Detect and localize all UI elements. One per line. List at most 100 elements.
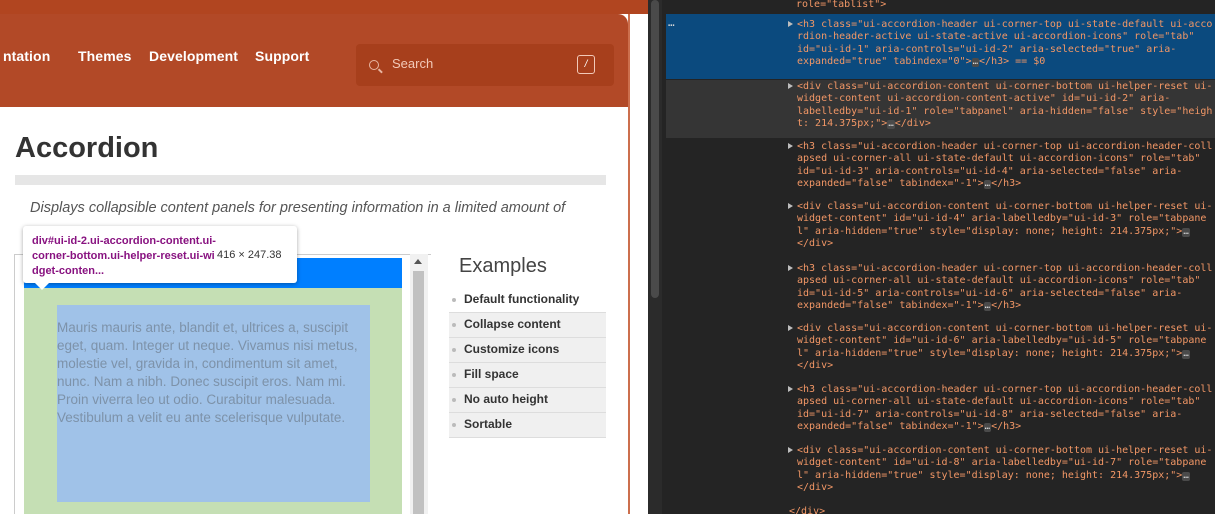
dom-line: <div class="ui-accordion-content ui-corn…	[785, 323, 1212, 335]
accordion-content-text: Mauris mauris ante, blandit et, ultrices…	[57, 320, 358, 425]
code-text: expanded="false" tabindex="-1">	[797, 300, 984, 312]
collapsed-ellipsis-icon[interactable]: …	[1182, 471, 1190, 481]
expand-triangle-icon[interactable]	[788, 21, 793, 27]
dom-node-h3-ui-id-5[interactable]: <h3 class="ui-accordion-header ui-corner…	[785, 263, 1212, 313]
demo-scrollbar-thumb[interactable]	[413, 271, 424, 514]
devtools-scrollbar[interactable]	[648, 0, 662, 514]
example-link-customize-icons[interactable]: Customize icons	[449, 338, 606, 363]
code-text: </div>	[797, 238, 834, 250]
collapsed-ellipsis-icon[interactable]: …	[983, 180, 992, 190]
example-link-default-functionality[interactable]: Default functionality	[449, 288, 606, 313]
search-shortcut-badge: /	[577, 55, 595, 74]
expand-triangle-icon[interactable]	[788, 83, 793, 89]
expand-triangle-icon[interactable]	[788, 265, 793, 271]
dom-line: widget-content" id="ui-id-4" aria-labell…	[785, 213, 1212, 225]
dom-node-div-ui-id-8[interactable]: <div class="ui-accordion-content ui-corn…	[785, 445, 1212, 495]
node-actions-dots-icon[interactable]: …	[668, 16, 675, 29]
bullet-icon	[452, 398, 456, 402]
nav-link-support[interactable]: Support	[255, 48, 309, 64]
example-label: Fill space	[464, 367, 519, 381]
dom-node-div-ui-id-4[interactable]: <div class="ui-accordion-content ui-corn…	[785, 201, 1212, 251]
code-text: widget-content" id="ui-id-4" aria-labell…	[797, 213, 1207, 225]
code-text: widget-content" id="ui-id-6" aria-labell…	[797, 335, 1207, 347]
bullet-icon	[452, 373, 456, 377]
code-text: l" aria-hidden="true" style="display: no…	[797, 469, 1183, 481]
dom-node-h3-ui-id-3[interactable]: <h3 class="ui-accordion-header ui-corner…	[785, 141, 1212, 191]
code-text: id="ui-id-7" aria-controls="ui-id-8" ari…	[797, 408, 1183, 420]
search-placeholder: Search	[392, 56, 434, 71]
devtools-elements-panel: … role="tablist"> <h3 class="ui-accordio…	[648, 0, 1215, 514]
dom-line: <h3 class="ui-accordion-header ui-corner…	[785, 19, 1212, 31]
example-label: Customize icons	[464, 342, 560, 356]
collapsed-ellipsis-icon[interactable]: …	[983, 302, 992, 312]
search-input[interactable]: Search /	[356, 44, 614, 86]
dom-node-h3-ui-id-7[interactable]: <h3 class="ui-accordion-header ui-corner…	[785, 384, 1212, 434]
devtools-scrollbar-thumb[interactable]	[651, 0, 659, 298]
code-text: </h3>	[991, 300, 1022, 312]
code-text: id="ui-id-5" aria-controls="ui-id-6" ari…	[797, 287, 1183, 299]
code-text: widget-content ui-accordion-content-acti…	[797, 93, 1171, 105]
code-text: apsed ui-corner-all ui-state-default ui-…	[797, 396, 1201, 408]
code-text: rdion-header-active ui-state-active ui-a…	[797, 31, 1195, 43]
example-link-sortable[interactable]: Sortable	[449, 413, 606, 438]
example-link-no-auto-height[interactable]: No auto height	[449, 388, 606, 413]
dom-line: </div>	[785, 360, 1212, 372]
code-text: t: 214.375px;">	[797, 118, 888, 130]
bullet-icon	[452, 423, 456, 427]
dom-line: l" aria-hidden="true" style="display: no…	[785, 226, 1212, 238]
nav-link-themes[interactable]: Themes	[78, 48, 132, 64]
dom-line: widget-content ui-accordion-content-acti…	[785, 93, 1212, 105]
dom-node-div-ui-id-2[interactable]: <div class="ui-accordion-content ui-corn…	[785, 81, 1212, 131]
code-text: id="ui-id-3" aria-controls="ui-id-4" ari…	[797, 165, 1183, 177]
expand-triangle-icon[interactable]	[788, 325, 793, 331]
tooltip-selector: div#ui-id-2.ui-accordion-content.ui-corn…	[32, 235, 216, 277]
dom-line: t: 214.375px;">…</div>	[785, 118, 1212, 130]
dom-node-h3-ui-id-1[interactable]: <h3 class="ui-accordion-header ui-corner…	[785, 19, 1212, 69]
code-text: apsed ui-corner-all ui-state-default ui-…	[797, 275, 1201, 287]
dom-line: expanded="false" tabindex="-1">…</h3>	[785, 300, 1212, 312]
dom-line: <h3 class="ui-accordion-header ui-corner…	[785, 384, 1212, 396]
code-text: </h3> == $0	[979, 56, 1046, 68]
example-label: No auto height	[464, 392, 548, 406]
code-text: <h3 class="ui-accordion-header ui-corner…	[797, 263, 1213, 274]
collapsed-ellipsis-icon[interactable]: …	[887, 120, 895, 130]
example-label: Default functionality	[464, 292, 580, 306]
dom-line: widget-content" id="ui-id-8" aria-labell…	[785, 457, 1212, 469]
site-header: ntation Themes Development Support Searc…	[0, 14, 628, 107]
code-text: expanded="true" tabindex="0">	[797, 56, 972, 68]
dom-line: </div>	[785, 482, 1212, 494]
dom-line: l" aria-hidden="true" style="display: no…	[785, 348, 1212, 360]
dom-node-div-ui-id-6[interactable]: <div class="ui-accordion-content ui-corn…	[785, 323, 1212, 373]
code-text: </div>	[894, 118, 931, 130]
search-icon	[369, 60, 379, 70]
collapsed-ellipsis-icon[interactable]: …	[1182, 349, 1190, 359]
dom-line: apsed ui-corner-all ui-state-default ui-…	[785, 396, 1212, 408]
expand-triangle-icon[interactable]	[788, 386, 793, 392]
code-text: id="ui-id-1" aria-controls="ui-id-2" ari…	[797, 43, 1177, 55]
nav-link-development[interactable]: Development	[149, 48, 238, 64]
collapsed-ellipsis-icon[interactable]: …	[983, 423, 992, 433]
dom-line: widget-content" id="ui-id-6" aria-labell…	[785, 335, 1212, 347]
dom-line: expanded="false" tabindex="-1">…</h3>	[785, 178, 1212, 190]
scroll-up-arrow-icon[interactable]	[414, 259, 422, 264]
code-text: </div>	[797, 360, 834, 372]
example-label: Sortable	[464, 417, 513, 431]
dom-closing-tag: </div>	[789, 506, 826, 514]
collapsed-ellipsis-icon[interactable]: …	[1182, 227, 1190, 237]
nav-link-documentation[interactable]: ntation	[3, 48, 50, 64]
examples-list: Default functionality Collapse content C…	[449, 288, 606, 438]
code-text: </h3>	[991, 421, 1022, 433]
collapsed-ellipsis-icon[interactable]: …	[971, 58, 980, 68]
dom-line: id="ui-id-7" aria-controls="ui-id-8" ari…	[785, 409, 1212, 421]
code-text: <h3 class="ui-accordion-header ui-corner…	[797, 19, 1213, 30]
expand-triangle-icon[interactable]	[788, 143, 793, 149]
example-link-collapse-content[interactable]: Collapse content	[449, 313, 606, 338]
code-text: l" aria-hidden="true" style="display: no…	[797, 225, 1183, 237]
expand-triangle-icon[interactable]	[788, 447, 793, 453]
dom-line: apsed ui-corner-all ui-state-default ui-…	[785, 153, 1212, 165]
code-text: expanded="false" tabindex="-1">	[797, 178, 984, 190]
dom-line: <div class="ui-accordion-content ui-corn…	[785, 445, 1212, 457]
example-link-fill-space[interactable]: Fill space	[449, 363, 606, 388]
expand-triangle-icon[interactable]	[788, 203, 793, 209]
code-text: <div class="ui-accordion-content ui-corn…	[797, 445, 1213, 456]
